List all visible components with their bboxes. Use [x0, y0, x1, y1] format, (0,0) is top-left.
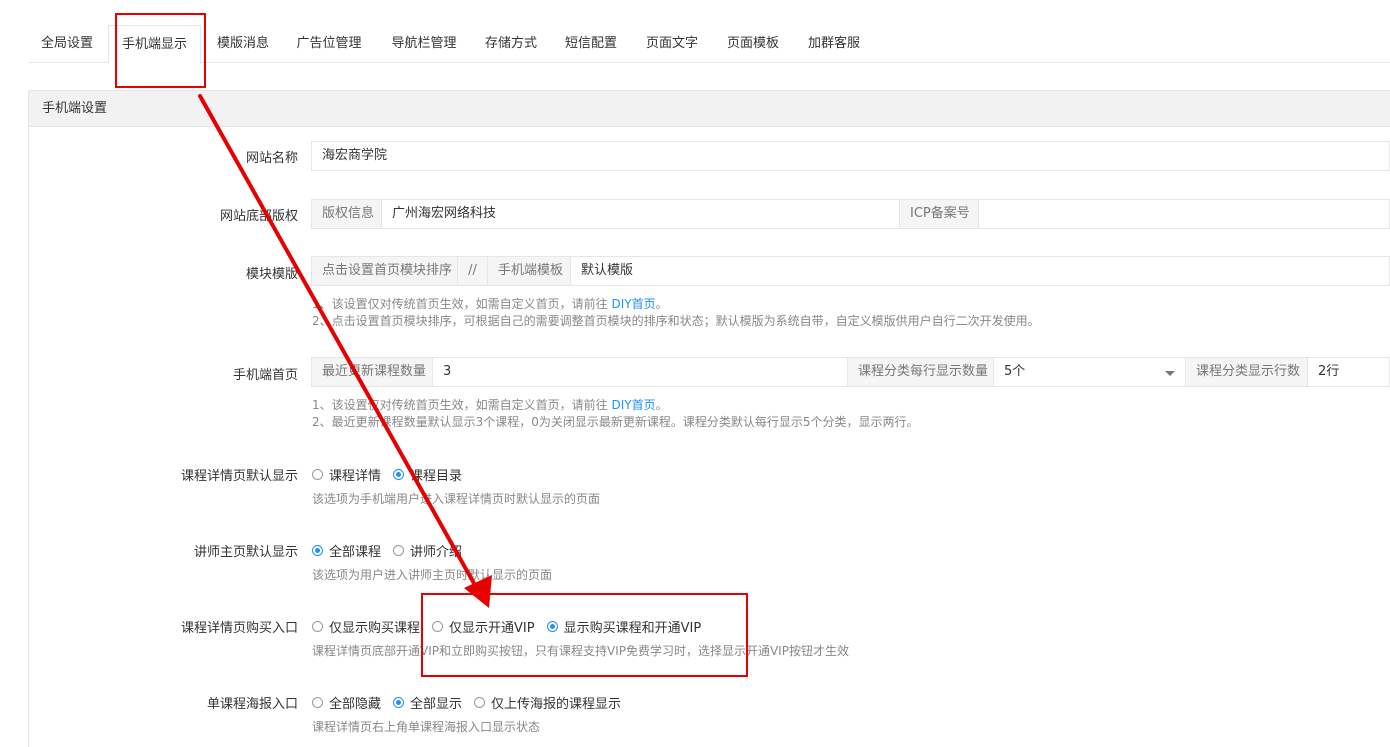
radio-dot — [432, 621, 444, 632]
radio-dot — [312, 697, 323, 708]
radio-dot — [312, 469, 323, 480]
radio-dot — [546, 621, 558, 632]
tab-mobile-display[interactable]: 手机端显示 — [108, 25, 201, 64]
diy-home-link[interactable]: DIY首页 — [611, 297, 655, 311]
tab-page-text[interactable]: 页面文字 — [637, 25, 707, 63]
tab-group-service[interactable]: 加群客服 — [799, 25, 869, 63]
recent-count-addon: 最近更新课程数量 — [311, 357, 433, 387]
radio-all-shown[interactable]: 全部显示 — [393, 693, 462, 712]
tab-template-message[interactable]: 模版消息 — [204, 25, 282, 63]
radio-all-courses[interactable]: 全部课程 — [312, 541, 381, 560]
poster-entry-radios: 全部隐藏 全部显示 仅上传海报的课程显示 — [312, 693, 633, 712]
radio-course-catalog[interactable]: 课程目录 — [393, 465, 462, 484]
detail-default-radios: 课程详情 课程目录 — [312, 465, 474, 484]
mobile-home-label: 手机端首页 — [232, 368, 298, 383]
per-row-addon: 课程分类每行显示数量 — [847, 357, 994, 387]
rows-select[interactable]: 2行 — [1307, 357, 1390, 387]
radio-uploaded-only[interactable]: 仅上传海报的课程显示 — [474, 693, 621, 712]
detail-default-help: 该选项为手机端用户进入课程详情页时默认显示的页面 — [312, 492, 601, 506]
tab-global-settings[interactable]: 全局设置 — [28, 25, 106, 63]
footer-copyright-label: 网站底部版权 — [219, 209, 298, 224]
teacher-default-label: 讲师主页默认显示 — [193, 545, 298, 560]
diy-home-link-2[interactable]: DIY首页 — [611, 398, 655, 412]
module-help-1: 1、该设置仅对传统首页生效，如需自定义首页，请前往 DIY首页。 — [312, 297, 668, 311]
chevron-down-icon — [1165, 371, 1175, 376]
module-template-label: 模块模版 — [245, 267, 298, 282]
tab-ad-management[interactable]: 广告位管理 — [290, 25, 368, 63]
copyright-input[interactable]: 广州海宏网络科技 — [381, 199, 900, 229]
teacher-default-help: 该选项为用户进入讲师主页时默认显示的页面 — [312, 568, 553, 582]
radio-dot — [312, 545, 323, 556]
template-addon: 手机端模板 — [487, 256, 571, 286]
buy-entry-help: 课程详情页底部开通VIP和立即购买按钮，只有课程支持VIP免费学习时，选择显示开… — [312, 644, 849, 658]
home-help-2: 2、最近更新课程数量默认显示3个课程，0为关闭显示最新更新课程。课程分类默认每行… — [312, 415, 919, 429]
tab-storage[interactable]: 存储方式 — [476, 25, 546, 63]
site-name-label: 网站名称 — [245, 151, 298, 166]
radio-buy-only[interactable]: 仅显示购买课程 — [312, 617, 420, 636]
detail-default-label: 课程详情页默认显示 — [180, 469, 298, 484]
poster-entry-help: 课程详情页右上角单课程海报入口显示状态 — [312, 720, 541, 734]
radio-dot — [393, 697, 405, 708]
radio-dot — [474, 697, 486, 708]
recent-count-input[interactable]: 3 — [432, 357, 848, 387]
buy-entry-label: 课程详情页购买入口 — [180, 621, 298, 636]
addon-separator: // — [457, 256, 488, 286]
radio-dot — [393, 545, 405, 556]
radio-course-detail[interactable]: 课程详情 — [312, 465, 381, 484]
radio-dot — [312, 621, 323, 632]
panel-title: 手机端设置 — [29, 91, 1390, 127]
settings-tabs: 全局设置 手机端显示 模版消息 广告位管理 导航栏管理 存储方式 短信配置 页面… — [28, 25, 1390, 64]
copyright-addon: 版权信息 — [311, 199, 382, 229]
radio-teacher-intro[interactable]: 讲师介绍 — [393, 541, 462, 560]
rows-addon: 课程分类显示行数 — [1185, 357, 1308, 387]
module-sort-button[interactable]: 点击设置首页模块排序 — [311, 256, 458, 286]
radio-all-hidden[interactable]: 全部隐藏 — [312, 693, 381, 712]
icp-addon: ICP备案号 — [899, 199, 979, 229]
radio-buy-and-vip[interactable]: 显示购买课程和开通VIP — [546, 617, 701, 636]
poster-entry-label: 单课程海报入口 — [206, 697, 298, 712]
module-help-2: 2、点击设置首页模块排序，可根据自己的需要调整首页模块的排序和状态；默认模版为系… — [312, 314, 1040, 328]
icp-input[interactable] — [978, 199, 1390, 229]
radio-vip-only[interactable]: 仅显示开通VIP — [432, 617, 535, 636]
home-help-1: 1、该设置仅对传统首页生效，如需自定义首页，请前往 DIY首页。 — [312, 398, 668, 412]
tab-nav-management[interactable]: 导航栏管理 — [385, 25, 463, 63]
teacher-default-radios: 全部课程 讲师介绍 — [312, 541, 474, 560]
site-name-input[interactable]: 海宏商学院 — [311, 141, 1390, 171]
radio-dot — [393, 469, 405, 480]
template-select[interactable]: 默认模版 — [570, 256, 1390, 286]
buy-entry-radios: 仅显示购买课程 仅显示开通VIP 显示购买课程和开通VIP — [312, 617, 713, 636]
tab-sms-config[interactable]: 短信配置 — [556, 25, 626, 63]
per-row-select[interactable]: 5个 — [993, 357, 1186, 387]
tab-page-template[interactable]: 页面模板 — [718, 25, 788, 63]
